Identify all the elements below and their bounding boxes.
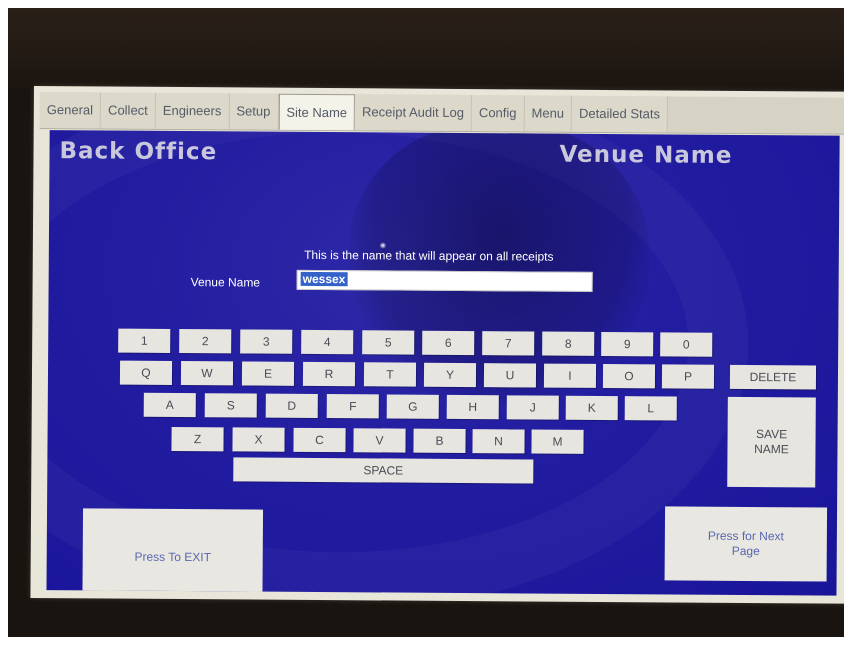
key-9[interactable]: 9 bbox=[601, 331, 654, 357]
save-label-line1: SAVE bbox=[755, 427, 788, 442]
key-m[interactable]: M bbox=[531, 429, 584, 454]
photo-frame: General Collect Engineers Setup Site Nam… bbox=[8, 8, 844, 637]
key-g[interactable]: G bbox=[386, 394, 439, 419]
tab-general[interactable]: General bbox=[39, 92, 102, 129]
key-w[interactable]: W bbox=[180, 361, 234, 386]
key-z[interactable]: Z bbox=[171, 426, 224, 452]
section-title: Venue Name bbox=[559, 141, 733, 169]
key-8[interactable]: 8 bbox=[542, 331, 595, 356]
key-e[interactable]: E bbox=[241, 361, 295, 386]
key-j[interactable]: J bbox=[506, 395, 559, 420]
key-6[interactable]: 6 bbox=[422, 330, 475, 356]
key-y[interactable]: Y bbox=[423, 362, 477, 388]
venue-name-label: Venue Name bbox=[190, 275, 261, 290]
key-h[interactable]: H bbox=[446, 394, 499, 420]
key-u[interactable]: U bbox=[483, 363, 537, 388]
key-n[interactable]: N bbox=[472, 429, 525, 454]
tab-site-name[interactable]: Site Name bbox=[278, 93, 356, 131]
key-k[interactable]: K bbox=[565, 395, 618, 421]
key-2[interactable]: 2 bbox=[179, 329, 232, 354]
key-x[interactable]: X bbox=[232, 427, 285, 452]
key-4[interactable]: 4 bbox=[301, 329, 354, 355]
tab-config[interactable]: Config bbox=[471, 95, 525, 132]
key-l[interactable]: L bbox=[624, 396, 677, 421]
exit-button[interactable]: Press To EXIT bbox=[82, 508, 264, 596]
tab-detailed-stats[interactable]: Detailed Stats bbox=[571, 95, 669, 133]
tab-collect[interactable]: Collect bbox=[100, 92, 156, 129]
key-d[interactable]: D bbox=[265, 393, 318, 418]
key-b[interactable]: B bbox=[413, 428, 466, 454]
key-o[interactable]: O bbox=[602, 363, 656, 389]
venue-name-input[interactable]: wessex bbox=[296, 269, 593, 292]
key-f[interactable]: F bbox=[326, 394, 379, 419]
key-v[interactable]: V bbox=[353, 428, 406, 453]
monitor-bezel bbox=[8, 8, 844, 88]
key-3[interactable]: 3 bbox=[240, 329, 293, 354]
key-7[interactable]: 7 bbox=[482, 331, 535, 356]
exit-label: Press To EXIT bbox=[134, 549, 211, 565]
key-5[interactable]: 5 bbox=[362, 330, 415, 355]
next-page-button[interactable]: Press for Next Page bbox=[664, 506, 828, 582]
instruction-text: This is the name that will appear on all… bbox=[304, 247, 554, 264]
delete-button[interactable]: DELETE bbox=[729, 364, 817, 390]
key-a[interactable]: A bbox=[143, 392, 196, 418]
key-p[interactable]: P bbox=[661, 364, 715, 389]
tab-receipt-audit-log[interactable]: Receipt Audit Log bbox=[354, 94, 473, 132]
tab-setup[interactable]: Setup bbox=[229, 93, 279, 130]
save-name-button[interactable]: SAVE NAME bbox=[727, 396, 816, 488]
page-title: Back Office bbox=[59, 138, 218, 166]
key-1[interactable]: 1 bbox=[118, 328, 171, 353]
venue-name-value: wessex bbox=[300, 271, 348, 287]
save-name-label: SAVE NAME bbox=[754, 427, 789, 457]
space-key[interactable]: SPACE bbox=[233, 457, 534, 484]
key-t[interactable]: T bbox=[363, 362, 417, 387]
tab-menu[interactable]: Menu bbox=[524, 95, 573, 132]
save-label-line2: NAME bbox=[754, 442, 789, 457]
key-q[interactable]: Q bbox=[119, 360, 173, 385]
screen: General Collect Engineers Setup Site Nam… bbox=[30, 86, 844, 604]
key-i[interactable]: I bbox=[543, 363, 597, 388]
next-label-line1: Press for Next bbox=[707, 528, 784, 544]
tab-engineers[interactable]: Engineers bbox=[155, 92, 230, 130]
tab-bar: General Collect Engineers Setup Site Nam… bbox=[39, 92, 844, 135]
key-s[interactable]: S bbox=[204, 393, 257, 418]
key-r[interactable]: R bbox=[302, 361, 356, 387]
key-c[interactable]: C bbox=[293, 427, 346, 453]
key-0[interactable]: 0 bbox=[660, 332, 713, 357]
next-page-label: Press for Next Page bbox=[708, 529, 784, 560]
next-label-line2: Page bbox=[731, 543, 760, 559]
venue-name-panel: Back Office Venue Name This is the name … bbox=[46, 130, 840, 596]
